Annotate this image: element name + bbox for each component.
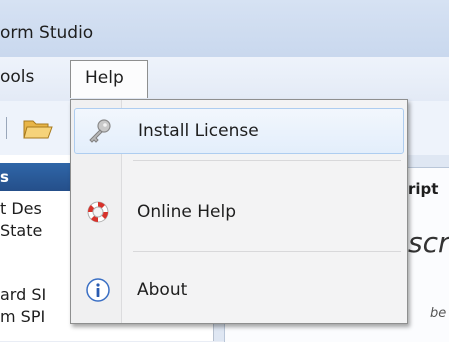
toolbar-separator [6, 117, 7, 139]
description-header: ript [408, 180, 439, 198]
menu-item-online-help[interactable]: Online Help [74, 190, 404, 236]
menu-tools[interactable]: ools [0, 67, 34, 87]
description-text: be [430, 306, 447, 321]
menu-item-label: Online Help [137, 202, 236, 222]
menu-separator [133, 160, 401, 161]
list-item[interactable]: ard SI [0, 285, 46, 304]
window-title: orm Studio [0, 23, 94, 43]
open-folder-icon[interactable] [23, 117, 53, 139]
menu-item-install-license[interactable]: Install License [74, 108, 404, 154]
description-title: scri [408, 226, 449, 259]
lifebuoy-icon [87, 201, 109, 223]
menu-item-label: About [137, 280, 188, 300]
title-bar: orm Studio [0, 0, 449, 57]
menu-bar: ools Help [0, 57, 449, 101]
list-item[interactable]: m SPI [0, 307, 45, 326]
list-item[interactable]: t Des [0, 199, 42, 218]
list-item[interactable]: State [0, 221, 42, 240]
menu-item-label: Install License [138, 121, 259, 141]
info-icon [86, 278, 110, 302]
menu-item-about[interactable]: About [74, 268, 404, 314]
menu-separator [133, 251, 401, 252]
key-icon [89, 119, 111, 143]
menu-help[interactable]: Help [70, 60, 148, 98]
help-menu-dropdown: Install License Online Help About [70, 99, 408, 324]
